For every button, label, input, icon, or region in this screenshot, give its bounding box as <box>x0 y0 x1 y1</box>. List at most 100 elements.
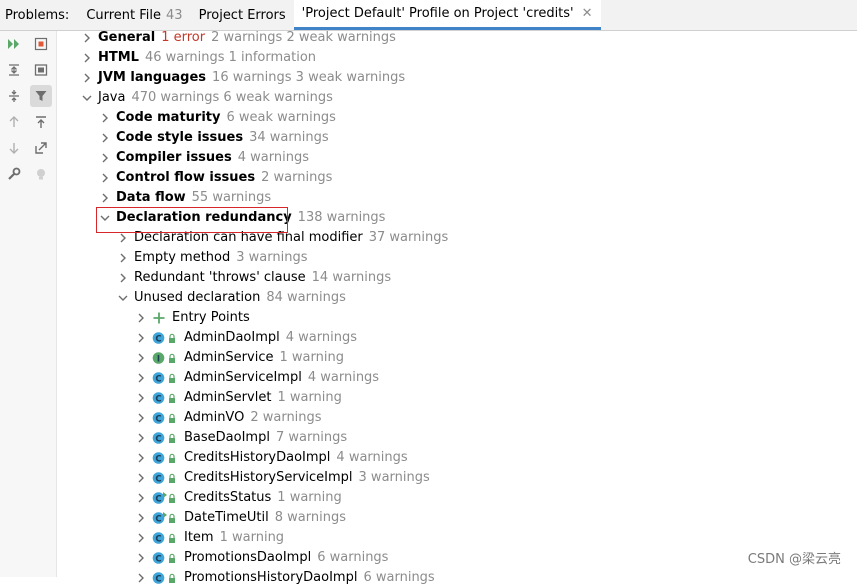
tree-node-unused-declaration[interactable]: Unused declaration 84 warnings <box>116 288 346 308</box>
tree-node-class[interactable]: C PromotionsHistoryDaoImpl 6 warnings <box>134 568 435 588</box>
expand-all-icon[interactable] <box>3 59 25 81</box>
tree-node-class[interactable]: C CreditsHistoryDaoImpl 4 warnings <box>134 448 408 468</box>
class-icon: C <box>152 451 178 465</box>
chevron-right-icon[interactable] <box>134 448 148 468</box>
tree-node-code-maturity[interactable]: Code maturity 6 weak warnings <box>98 108 336 128</box>
chevron-right-icon[interactable] <box>134 488 148 508</box>
chevron-right-icon[interactable] <box>98 128 112 148</box>
chevron-right-icon[interactable] <box>80 28 94 48</box>
tree-node-class[interactable]: I AdminService 1 warning <box>134 348 344 368</box>
warning-count: 46 warnings 1 information <box>144 50 317 65</box>
chevron-right-icon[interactable] <box>134 408 148 428</box>
class-icon: C <box>152 491 178 505</box>
tree-node-compiler-issues[interactable]: Compiler issues 4 warnings <box>98 148 309 168</box>
chevron-right-icon[interactable] <box>134 388 148 408</box>
tree-node-class[interactable]: C AdminServiceImpl 4 warnings <box>134 368 379 388</box>
tree-node-class[interactable]: C AdminDaoImpl 4 warnings <box>134 328 357 348</box>
tree-node-class[interactable]: C DateTimeUtil 8 warnings <box>134 508 346 528</box>
tree-node-label: AdminServiceImpl <box>184 370 302 385</box>
tab-profile[interactable]: 'Project Default' Profile on Project 'cr… <box>293 0 601 30</box>
tree-node-label: AdminDaoImpl <box>184 330 280 345</box>
chevron-right-icon[interactable] <box>134 428 148 448</box>
lightbulb-icon[interactable] <box>30 163 52 185</box>
up-arrow-icon[interactable] <box>3 111 25 133</box>
chevron-right-icon[interactable] <box>134 348 148 368</box>
collapse-all-icon[interactable] <box>3 85 25 107</box>
layout-icon[interactable] <box>30 59 52 81</box>
tree-node-label: Java <box>98 90 126 105</box>
chevron-right-icon[interactable] <box>80 48 94 68</box>
filter-icon[interactable] <box>30 85 52 107</box>
tree-node-class[interactable]: C PromotionsDaoImpl 6 warnings <box>134 548 388 568</box>
stop-icon[interactable] <box>30 33 52 55</box>
chevron-right-icon[interactable] <box>134 528 148 548</box>
chevron-right-icon[interactable] <box>134 568 148 588</box>
warning-count: 2 warnings 2 weak warnings <box>211 30 396 45</box>
down-arrow-icon[interactable] <box>3 137 25 159</box>
warning-count: 7 warnings <box>275 430 348 445</box>
chevron-right-icon[interactable] <box>134 368 148 388</box>
svg-text:C: C <box>155 414 161 424</box>
tree-node-label: CreditsStatus <box>184 490 272 505</box>
tree-node-class[interactable]: C AdminVO 2 warnings <box>134 408 322 428</box>
warning-count: 1 warning <box>219 530 285 545</box>
warning-count: 4 warnings <box>237 150 309 165</box>
chevron-right-icon[interactable] <box>134 308 148 328</box>
class-icon: C <box>152 431 178 445</box>
run-icon[interactable] <box>3 33 25 55</box>
chevron-right-icon[interactable] <box>116 268 130 288</box>
chevron-right-icon[interactable] <box>98 108 112 128</box>
chevron-right-icon[interactable] <box>80 68 94 88</box>
tree-node-class[interactable]: C Item 1 warning <box>134 528 284 548</box>
chevron-right-icon[interactable] <box>134 548 148 568</box>
chevron-right-icon[interactable] <box>134 468 148 488</box>
export-icon[interactable] <box>30 111 52 133</box>
svg-text:C: C <box>155 454 161 464</box>
tree-node-data-flow[interactable]: Data flow 55 warnings <box>98 188 271 208</box>
tree-node-class[interactable]: C BaseDaoImpl 7 warnings <box>134 428 347 448</box>
tree-node-empty-method[interactable]: Empty method 3 warnings <box>116 248 308 268</box>
chevron-down-icon[interactable] <box>80 88 94 108</box>
tree-node-label: AdminService <box>184 350 274 365</box>
tree-node-label: General <box>98 30 156 45</box>
tree-node-label: Code maturity <box>116 110 221 125</box>
class-icon: C <box>152 571 178 585</box>
chevron-right-icon[interactable] <box>134 328 148 348</box>
svg-text:C: C <box>155 534 161 544</box>
tree-node-control-flow[interactable]: Control flow issues 2 warnings <box>98 168 332 188</box>
warning-count: 3 warnings <box>358 470 430 485</box>
tree-node-class[interactable]: C CreditsHistoryServiceImpl 3 warnings <box>134 468 430 488</box>
chevron-right-icon[interactable] <box>134 508 148 528</box>
warning-count: 6 warnings <box>317 550 389 565</box>
tree-node-label: JVM languages <box>98 70 207 85</box>
tree-node-code-style[interactable]: Code style issues 34 warnings <box>98 128 329 148</box>
highlight-box <box>96 207 288 233</box>
class-icon: C <box>152 531 178 545</box>
tree-node-jvm-languages[interactable]: JVM languages 16 warnings 3 weak warnings <box>80 68 405 88</box>
tree-node-label: PromotionsDaoImpl <box>184 550 312 565</box>
tree-node-label: Control flow issues <box>116 170 256 185</box>
tab-project-errors[interactable]: Project Errors <box>191 0 294 30</box>
open-external-icon[interactable] <box>30 137 52 159</box>
tree-node-class[interactable]: C AdminServlet 1 warning <box>134 388 342 408</box>
warning-count: 138 warnings <box>297 210 386 225</box>
tree-node-general[interactable]: General 1 error 2 warnings 2 weak warnings <box>80 28 396 48</box>
tree-node-class[interactable]: C CreditsStatus 1 warning <box>134 488 342 508</box>
chevron-right-icon[interactable] <box>98 188 112 208</box>
plus-icon <box>152 311 166 325</box>
tree-node-html[interactable]: HTML 46 warnings 1 information <box>80 48 316 68</box>
tab-current-file[interactable]: Current File 43 <box>78 0 190 30</box>
tree-node-java[interactable]: Java 470 warnings 6 weak warnings <box>80 88 333 108</box>
tree-node-entry-points[interactable]: Entry Points <box>134 308 250 328</box>
tree-node-redundant-throws[interactable]: Redundant 'throws' clause 14 warnings <box>116 268 391 288</box>
chevron-down-icon[interactable] <box>116 288 130 308</box>
chevron-right-icon[interactable] <box>98 168 112 188</box>
watermark: CSDN @梁云亮 <box>747 552 841 567</box>
chevron-right-icon[interactable] <box>98 148 112 168</box>
warning-count: 4 warnings <box>307 370 380 385</box>
close-icon[interactable]: ✕ <box>582 6 593 21</box>
chevron-right-icon[interactable] <box>116 248 130 268</box>
warning-count: 6 warnings <box>363 570 435 585</box>
wrench-icon[interactable] <box>3 163 25 185</box>
problems-title: Problems: <box>5 7 70 23</box>
